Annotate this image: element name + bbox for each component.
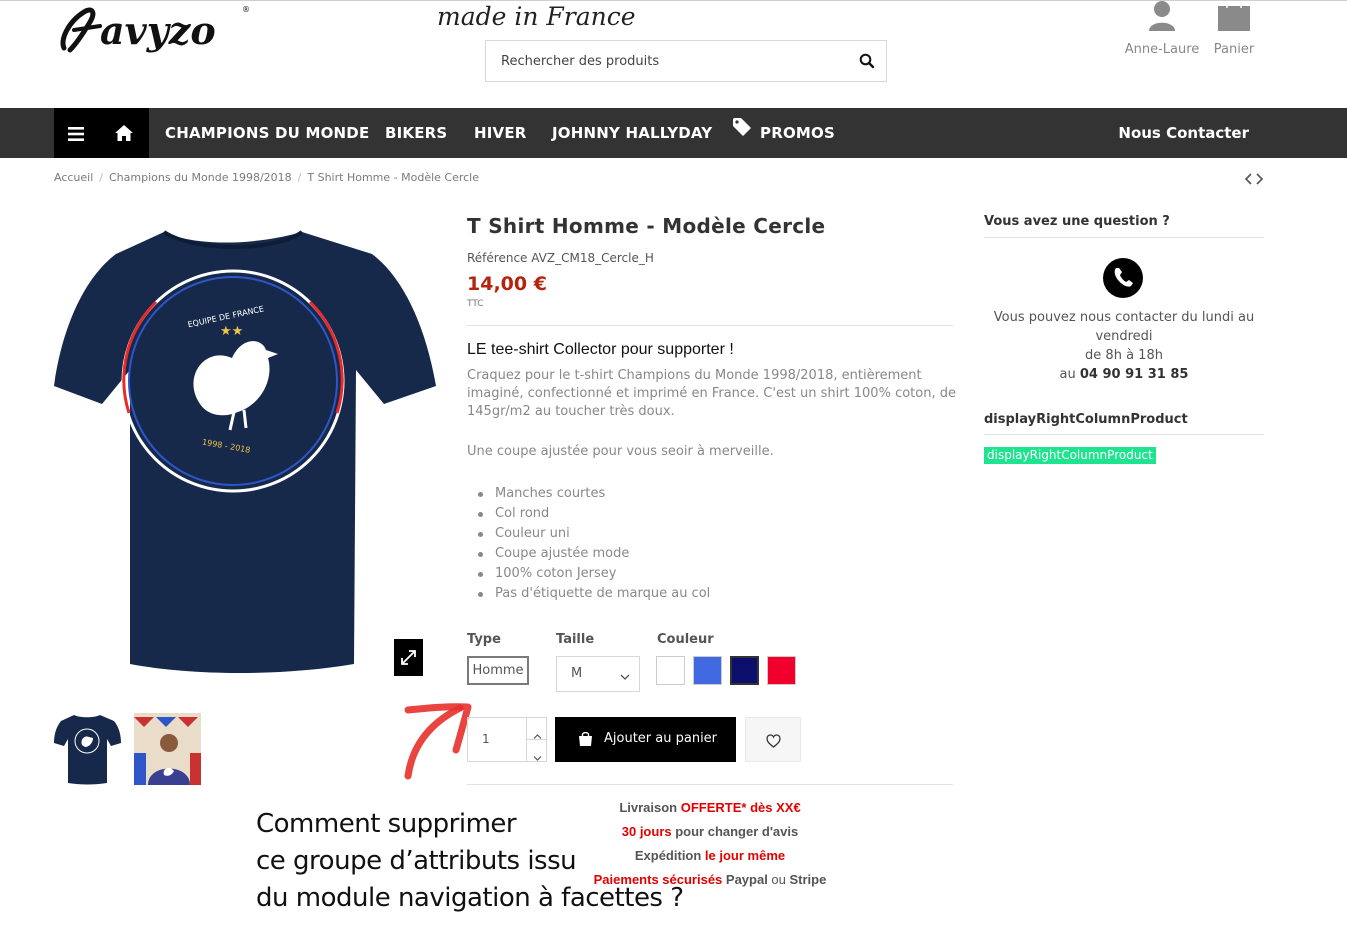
breadcrumb: Accueil / Champions du Monde 1998/2018/T S… [54,171,480,184]
account-link[interactable]: Anne-Laure [1123,0,1201,57]
nav-item-promos[interactable]: PROMOS [732,108,835,158]
cart-link[interactable]: Panier [1208,0,1260,57]
list-item: Col rond [477,504,710,524]
list-item: Coupe ajustée mode [477,544,710,564]
search-box [485,40,887,82]
nav-promos-label: PROMOS [760,124,835,142]
search-icon[interactable] [858,52,876,70]
product-features: Manches courtes Col rond Couleur uni Cou… [477,484,710,604]
heart-icon [766,733,781,752]
shopping-bag-icon [578,731,593,751]
chevron-left-icon[interactable] [1243,171,1253,191]
breadcrumb-current: T Shirt Homme - Modèle Cercle [307,171,480,184]
cart-label: Panier [1213,42,1255,57]
list-item: Pas d'étiquette de marque au col [477,584,710,604]
annotation-text: Comment supprimer ce groupe d’attributs … [256,806,684,917]
color-swatch-red[interactable] [767,656,796,685]
nav-contact[interactable]: Nous Contacter [1118,108,1249,158]
svg-text:★★: ★★ [220,324,243,339]
type-label: Type [467,632,501,647]
home-icon [114,124,134,146]
add-to-cart-button[interactable]: Ajouter au panier [555,717,736,762]
search-input[interactable] [486,41,846,81]
color-label: Couleur [657,632,714,647]
product-description: Craquez pour le t-shirt Champions du Mon… [467,368,956,419]
product-price: 14,00 € [467,273,547,295]
zoom-button[interactable] [394,639,423,676]
logo-wordmark: avyzo [100,8,216,53]
nav-item-champions-du-monde[interactable]: CHAMPIONS DU MONDE [165,108,369,158]
size-label: Taille [556,632,595,647]
divider [984,434,1264,435]
shopping-bag-icon [1208,0,1260,36]
list-item: Couleur uni [477,524,710,544]
site-logo[interactable]: avyzo ® [56,0,256,60]
product-reference: Référence AVZ_CM18_Cercle_H [467,251,654,265]
hook-title: displayRightColumnProduct [984,412,1188,427]
quantity-increment[interactable] [526,718,547,740]
divider [984,237,1264,238]
breadcrumb-home[interactable]: Accueil [54,171,93,184]
nav-home[interactable] [98,108,149,158]
prev-next-nav [1243,171,1265,187]
question-title: Vous avez une question ? [984,214,1170,229]
divider [467,325,953,326]
wishlist-button[interactable] [745,717,801,762]
annotation-arrow [398,698,478,783]
list-item: 100% coton Jersey [477,564,710,584]
quantity-decrement[interactable] [526,740,547,762]
annotation-line-3: du module navigation à facettes ? [256,883,684,913]
contact-text: Vous pouvez nous contacter du lundi au v… [993,310,1255,344]
contact-phone[interactable]: 04 90 91 31 85 [1080,367,1189,382]
nav-item-johnny-hallyday[interactable]: JOHNNY HALLYDAY [552,108,712,158]
contact-hours: de 8h à 18h [1085,348,1163,363]
annotation-line-2: ce groupe d’attributs issu [256,846,577,876]
hook-badge: displayRightColumnProduct [984,447,1156,464]
color-swatch-navy[interactable] [730,656,759,685]
tax-label: TTC [467,299,484,309]
svg-text:®: ® [242,5,250,14]
list-item: Manches courtes [477,484,710,504]
main-nav: CHAMPIONS DU MONDE BIKERS HIVER JOHNNY H… [0,108,1347,158]
chevron-down-icon [620,670,630,685]
price-tag-icon [732,107,752,157]
annotation-line-1: Comment supprimer [256,809,517,839]
chevron-right-icon[interactable] [1255,171,1265,191]
add-to-cart-label: Ajouter au panier [604,731,718,746]
quantity-input[interactable]: 1 [482,732,490,746]
contact-phone-line: au 04 90 91 31 85 [1059,367,1189,382]
menu-toggle[interactable] [54,108,98,158]
product-title: T Shirt Homme - Modèle Cercle [467,214,826,238]
nav-item-bikers[interactable]: BIKERS [385,108,447,158]
divider [467,784,953,785]
nav-item-hiver[interactable]: HIVER [474,108,527,158]
hamburger-icon [68,126,84,145]
product-subtitle: LE tee-shirt Collector pour supporter ! [467,341,734,358]
user-icon [1123,0,1201,36]
expand-icon [401,650,416,669]
product-thumbnail-2[interactable] [134,713,201,785]
quantity-stepper: 1 [467,717,547,762]
breadcrumb-category[interactable]: Champions du Monde 1998/2018 [109,171,292,184]
type-option-homme[interactable]: Homme [467,656,529,685]
product-thumbnail-1[interactable] [54,713,121,785]
account-label: Anne-Laure [1124,42,1200,57]
size-select-value: M [571,666,583,681]
product-description-fit: Une coupe ajustée pour vous seoir à merv… [467,444,774,459]
size-select[interactable]: M [556,656,640,692]
color-swatch-blue[interactable] [693,656,722,685]
chevron-down-icon [533,747,542,766]
product-main-image[interactable]: EQUIPE DE FRANCE 1998 - 2018 ★★ [54,218,437,680]
tagline: made in France [437,2,636,31]
contact-info: Vous pouvez nous contacter du lundi au v… [984,308,1264,384]
color-swatch-white[interactable] [656,656,685,685]
phone-icon [1103,258,1143,298]
